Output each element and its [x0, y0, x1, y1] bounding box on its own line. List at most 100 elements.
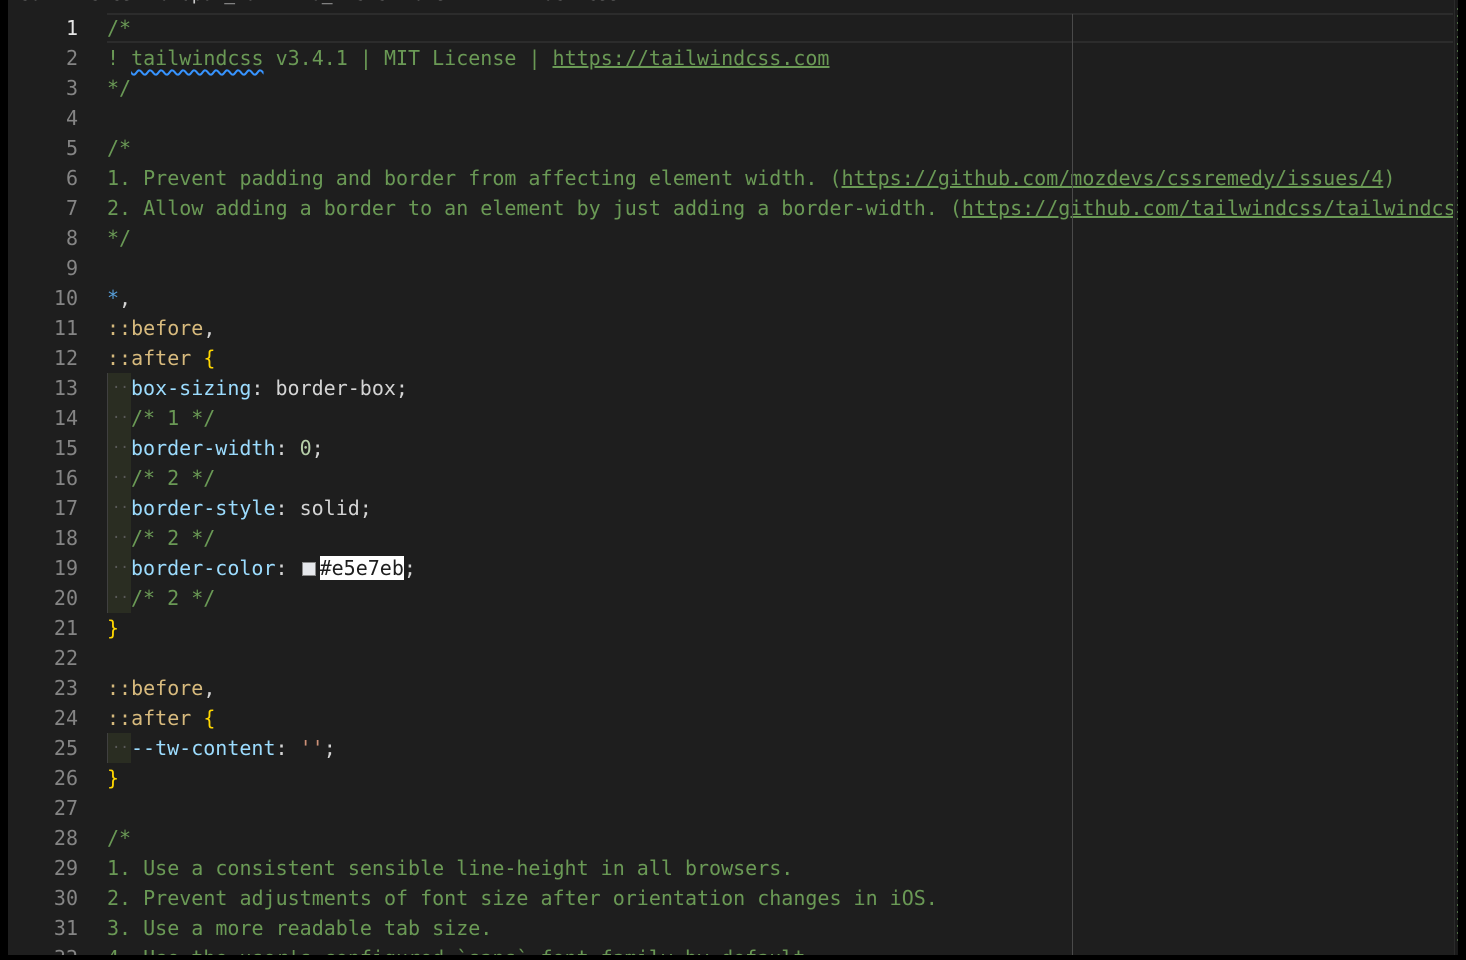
line-number[interactable]: 12 — [8, 343, 78, 373]
minimap-line — [1457, 540, 1458, 542]
code-line[interactable]: 1. Use a consistent sensible line-height… — [107, 853, 1453, 883]
minimap-line — [1457, 701, 1458, 703]
line-number[interactable]: 18 — [8, 523, 78, 553]
breadcrumb-item[interactable]: # — [484, 0, 495, 5]
code-line[interactable]: /* — [107, 823, 1453, 853]
breadcrumb-item[interactable]: themes — [67, 0, 132, 5]
code-line[interactable]: } — [107, 763, 1453, 793]
code-line[interactable]: ·· --tw-content: ''; — [107, 733, 1453, 763]
line-number[interactable]: 30 — [8, 883, 78, 913]
minimap-line — [1457, 43, 1458, 45]
line-number[interactable]: 22 — [8, 643, 78, 673]
minimap-line — [1457, 337, 1458, 339]
code-token: , — [203, 676, 216, 700]
code-line[interactable]: 2. Allow adding a border to an element b… — [107, 193, 1453, 223]
code-line[interactable]: ! tailwindcss v3.4.1 | MIT License | htt… — [107, 43, 1453, 73]
line-number[interactable]: 28 — [8, 823, 78, 853]
line-number[interactable]: 1 — [8, 13, 78, 43]
minimap-line — [1457, 652, 1458, 654]
breadcrumb-item[interactable]: web — [8, 0, 41, 5]
line-number[interactable]: 21 — [8, 613, 78, 643]
breadcrumb[interactable]: web › themes › drupal_tailwind_theme › dist › # ›… — [8, 0, 678, 4]
code-token: --tw-content — [131, 736, 276, 760]
line-number[interactable]: 19 — [8, 553, 78, 583]
breadcrumb-item[interactable]: ... — [646, 0, 679, 5]
line-number[interactable]: 2 — [8, 43, 78, 73]
code-line[interactable]: ::before, — [107, 313, 1453, 343]
code-token: : solid; — [275, 496, 372, 520]
code-line[interactable]: *, — [107, 283, 1453, 313]
line-number[interactable]: 32 — [8, 943, 78, 955]
code-token: /* 2 */ — [131, 466, 216, 490]
code-editor[interactable]: /*! tailwindcss v3.4.1 | MIT License | h… — [107, 13, 1453, 955]
code-line[interactable] — [107, 643, 1453, 673]
line-number[interactable]: 29 — [8, 853, 78, 883]
color-swatch-icon[interactable] — [301, 562, 316, 576]
minimap-line — [1457, 64, 1458, 66]
breadcrumb-item[interactable]: index.css — [522, 0, 620, 5]
line-number[interactable]: 16 — [8, 463, 78, 493]
line-number[interactable]: 4 — [8, 103, 78, 133]
line-number[interactable]: 11 — [8, 313, 78, 343]
code-line[interactable]: ::before, — [107, 673, 1453, 703]
line-number[interactable]: 14 — [8, 403, 78, 433]
line-number[interactable]: 24 — [8, 703, 78, 733]
code-line[interactable]: /* — [107, 13, 1453, 43]
line-number[interactable]: 6 — [8, 163, 78, 193]
code-token: , — [203, 316, 216, 340]
line-number[interactable]: 8 — [8, 223, 78, 253]
code-line[interactable] — [107, 253, 1453, 283]
code-token: 1. Use a consistent sensible line-height… — [107, 856, 794, 880]
code-line[interactable]: 1. Prevent padding and border from affec… — [107, 163, 1453, 193]
line-number[interactable]: 31 — [8, 913, 78, 943]
minimap[interactable] — [1454, 0, 1458, 955]
line-number[interactable]: 7 — [8, 193, 78, 223]
line-number[interactable]: 17 — [8, 493, 78, 523]
line-number[interactable]: 20 — [8, 583, 78, 613]
code-token: border-color — [131, 556, 276, 580]
minimap-line — [1457, 575, 1458, 577]
code-line[interactable]: ::after { — [107, 703, 1453, 733]
indent-guide: ·· — [107, 523, 131, 553]
code-line[interactable]: } — [107, 613, 1453, 643]
code-line[interactable]: 4. Use the user's configured `sans` font… — [107, 943, 1453, 955]
line-number[interactable]: 10 — [8, 283, 78, 313]
breadcrumb-item[interactable]: drupal_tailwind_theme — [159, 0, 387, 5]
code-token: /* — [107, 826, 132, 850]
code-token[interactable]: https://tailwindcss.com — [553, 46, 830, 70]
code-token[interactable]: https://github.com/mozdevs/cssremedy/iss… — [842, 166, 1384, 190]
line-number[interactable]: 25 — [8, 733, 78, 763]
line-number[interactable]: 26 — [8, 763, 78, 793]
code-line[interactable]: */ — [107, 73, 1453, 103]
code-line[interactable]: */ — [107, 223, 1453, 253]
breadcrumb-item[interactable]: dist — [414, 0, 457, 5]
line-number[interactable]: 13 — [8, 373, 78, 403]
line-number[interactable]: 23 — [8, 673, 78, 703]
code-line[interactable]: ·· border-style: solid; — [107, 493, 1453, 523]
code-token[interactable]: https://github.com/tailwindcss/tailwindc… — [962, 196, 1453, 220]
line-number[interactable]: 3 — [8, 73, 78, 103]
code-line[interactable] — [107, 793, 1453, 823]
code-line[interactable]: ::after { — [107, 343, 1453, 373]
breadcrumb-separator: › — [49, 0, 60, 5]
code-line[interactable]: 2. Prevent adjustments of font size afte… — [107, 883, 1453, 913]
code-line[interactable]: ··/* 2 */ — [107, 463, 1453, 493]
code-line[interactable]: /* — [107, 133, 1453, 163]
code-token: box-sizing — [131, 376, 252, 400]
line-number[interactable]: 15 — [8, 433, 78, 463]
minimap-line — [1457, 162, 1458, 164]
line-number[interactable]: 5 — [8, 133, 78, 163]
code-line[interactable]: ··/* 2 */ — [107, 583, 1453, 613]
code-line[interactable] — [107, 103, 1453, 133]
code-line[interactable]: ··/* 2 */ — [107, 523, 1453, 553]
code-line[interactable]: 3. Use a more readable tab size. — [107, 913, 1453, 943]
code-line[interactable]: ·· border-width: 0; — [107, 433, 1453, 463]
code-line[interactable]: ·· box-sizing: border-box; — [107, 373, 1453, 403]
line-number[interactable]: 9 — [8, 253, 78, 283]
minimap-line — [1457, 582, 1458, 584]
code-line[interactable]: ··/* 1 */ — [107, 403, 1453, 433]
code-token: 4. Use the user's configured `sans` font… — [107, 946, 817, 955]
minimap-line — [1457, 687, 1458, 689]
code-line[interactable]: ·· border-color: #e5e7eb; — [107, 553, 1453, 583]
line-number[interactable]: 27 — [8, 793, 78, 823]
